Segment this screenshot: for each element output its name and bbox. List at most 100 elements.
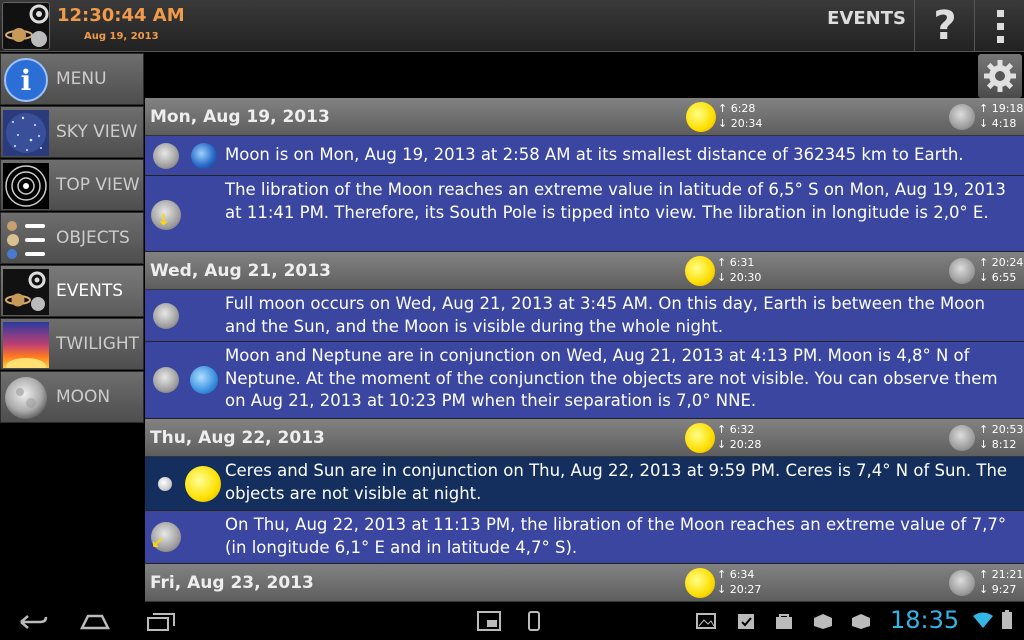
package-icon xyxy=(814,614,832,629)
moon-times: ↑ 19:18 ↓ 4:18 xyxy=(979,102,1024,130)
events-icon xyxy=(3,269,49,315)
help-button[interactable]: ? xyxy=(916,0,974,52)
sidebar-item-label: MENU xyxy=(56,69,107,89)
sidebar-item-twilight[interactable]: TWILIGHT xyxy=(0,318,144,370)
day-header: Mon, Aug 19, 2013 ↑ 6:28 ↓ 20:34 ↑ 19:18 ↓… xyxy=(145,98,1024,136)
moon-icon xyxy=(949,425,975,451)
moon-times: ↑ 20:53 ↓ 8:12 xyxy=(979,423,1024,451)
sun-icon xyxy=(185,466,221,502)
sidebar-item-label: EVENTS xyxy=(56,281,124,301)
event-icons xyxy=(145,136,225,175)
event-text: Moon and Neptune are in conjunction on W… xyxy=(225,346,998,410)
event-icons xyxy=(145,342,225,418)
page-title: EVENTS xyxy=(827,8,906,29)
help-icon: ? xyxy=(933,3,957,49)
orbits-icon xyxy=(3,163,49,209)
moon-icon xyxy=(949,104,975,130)
day-label: Wed, Aug 21, 2013 xyxy=(150,261,331,281)
home-icon[interactable] xyxy=(80,614,110,630)
gallery-icon xyxy=(696,613,716,629)
event-text: Full moon occurs on Wed, Aug 21, 2013 at… xyxy=(225,294,985,336)
sidebar-item-label: TWILIGHT xyxy=(56,334,140,354)
sun-times: ↑ 6:34 ↓ 20:27 xyxy=(717,568,762,596)
info-icon: i xyxy=(3,57,49,103)
action-bar: 12:30:44 AM Aug 19, 2013 EVENTS ? xyxy=(0,0,1024,52)
day-header: Thu, Aug 22, 2013 ↑ 6:32 ↓ 20:28 ↑ 20:53 ↓… xyxy=(145,419,1024,457)
sidebar: i MENU SKY VIEW TOP VIEW OBJECTS EVENTS … xyxy=(0,53,144,423)
sun-times: ↑ 6:32 ↓ 20:28 xyxy=(717,423,762,451)
sun-icon xyxy=(686,102,716,132)
twilight-icon xyxy=(3,322,49,368)
day-label: Mon, Aug 19, 2013 xyxy=(150,107,330,127)
battery-icon xyxy=(1002,610,1012,629)
svg-text:i: i xyxy=(21,64,32,97)
sidebar-item-objects[interactable]: OBJECTS xyxy=(0,212,144,264)
clipboard-check-icon xyxy=(738,614,754,629)
moon-icon xyxy=(153,143,179,169)
events-list[interactable]: Mon, Aug 19, 2013 ↑ 6:28 ↓ 20:34 ↑ 19:18 ↓… xyxy=(145,98,1024,602)
event-row[interactable]: Moon and Neptune are in conjunction on W… xyxy=(145,342,1024,419)
sidebar-item-label: OBJECTS xyxy=(56,228,130,248)
sidebar-item-label: TOP VIEW xyxy=(56,175,140,195)
event-text: The libration of the Moon reaches an ext… xyxy=(225,180,1006,222)
sidebar-item-events[interactable]: EVENTS xyxy=(0,265,144,317)
sidebar-item-label: MOON xyxy=(56,387,111,407)
app-logo-icon[interactable] xyxy=(2,2,50,50)
neptune-icon xyxy=(190,366,218,394)
divider xyxy=(974,0,975,52)
divider xyxy=(914,0,915,52)
recent-apps-icon[interactable] xyxy=(146,612,176,632)
sun-icon xyxy=(685,423,715,453)
event-icons: ↙ xyxy=(145,511,225,563)
event-row[interactable]: ↓ The libration of the Moon reaches an e… xyxy=(145,176,1024,252)
system-clock: 18:35 xyxy=(890,606,960,634)
package-icon xyxy=(852,614,870,629)
overflow-menu-button[interactable] xyxy=(976,0,1024,52)
wifi-icon xyxy=(973,612,993,628)
back-icon[interactable] xyxy=(18,614,48,630)
earth-icon xyxy=(191,143,217,169)
moon-times: ↑ 20:24 ↓ 6:55 xyxy=(979,256,1024,284)
event-text: Moon is on Mon, Aug 19, 2013 at 2:58 AM … xyxy=(225,145,964,164)
sun-icon xyxy=(685,256,715,286)
sidebar-item-menu[interactable]: i MENU xyxy=(0,53,144,105)
sidebar-item-sky-view[interactable]: SKY VIEW xyxy=(0,106,144,158)
current-date: Aug 19, 2013 xyxy=(84,31,159,42)
sidebar-item-moon[interactable]: MOON xyxy=(0,371,144,423)
event-text: Ceres and Sun are in conjunction on Thu,… xyxy=(225,461,1008,503)
sun-times: ↑ 6:28 ↓ 20:34 xyxy=(718,102,763,130)
settings-button[interactable] xyxy=(978,54,1022,98)
event-icons xyxy=(145,290,225,341)
sun-icon xyxy=(685,568,715,598)
shopping-bag-icon xyxy=(776,614,792,629)
sun-times: ↑ 6:31 ↓ 20:30 xyxy=(717,256,762,284)
sidebar-item-label: SKY VIEW xyxy=(56,122,138,142)
moon-icon xyxy=(949,570,975,596)
moon-times: ↑ 21:21 ↓ 9:27 xyxy=(979,568,1024,596)
screen-icon[interactable] xyxy=(476,610,502,632)
event-row[interactable]: Ceres and Sun are in conjunction on Thu,… xyxy=(145,457,1024,511)
moon-icon xyxy=(949,258,975,284)
event-icons xyxy=(145,457,225,510)
event-icons: ↓ xyxy=(145,176,225,251)
usb-icon xyxy=(528,611,540,631)
ceres-icon xyxy=(158,477,172,491)
moon-icon xyxy=(153,367,179,393)
gear-icon xyxy=(984,60,1016,92)
event-text: On Thu, Aug 22, 2013 at 11:13 PM, the li… xyxy=(225,515,1007,557)
day-label: Fri, Aug 23, 2013 xyxy=(150,573,314,593)
system-bar: 18:35 xyxy=(0,602,1024,640)
event-row[interactable]: Full moon occurs on Wed, Aug 21, 2013 at… xyxy=(145,290,1024,342)
moon-icon xyxy=(153,303,179,329)
event-row[interactable]: ↙ On Thu, Aug 22, 2013 at 11:13 PM, the … xyxy=(145,511,1024,564)
sidebar-item-top-view[interactable]: TOP VIEW xyxy=(0,159,144,211)
moon-icon xyxy=(3,375,49,421)
libration-arrow-icon: ↙ xyxy=(151,533,165,552)
event-row[interactable]: Moon is on Mon, Aug 19, 2013 at 2:58 AM … xyxy=(145,136,1024,176)
current-time: 12:30:44 AM xyxy=(57,5,185,26)
day-header: Fri, Aug 23, 2013 ↑ 6:34 ↓ 20:27 ↑ 21:21 ↓… xyxy=(145,564,1024,602)
sky-view-icon xyxy=(3,110,49,156)
libration-arrow-icon: ↓ xyxy=(157,210,171,229)
day-label: Thu, Aug 22, 2013 xyxy=(150,428,325,448)
objects-icon xyxy=(3,216,49,262)
